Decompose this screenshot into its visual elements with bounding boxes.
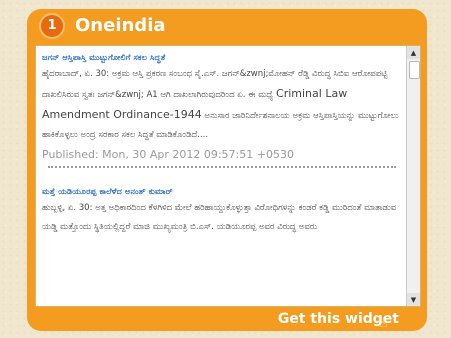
pointer-cursor-icon: ☝ (380, 316, 388, 330)
badge-number: 1 (41, 14, 63, 37)
feed-item-text: ಹುಬ್ಬಳ್ಳಿ, ಏ. 30: ಅತ್ತ ಅಧಿಕಾರದಿಂದ ಕೆಳಗಿಳ… (42, 203, 397, 232)
feed-item-text: ಹೈದರಾಬಾದ್, ಏ. 30: ಅಕ್ರಮ ಆಸ್ತಿ ಪ್ರಕರಣ ಸಂಬ… (42, 65, 402, 145)
feed-item: ಮತ್ತೆ ಯಡಿಯೂರಪ್ಪ ಕಾಲೆಳೆದ ಅನಂತ್ ಕುಮಾರ್ ಹುಬ… (42, 186, 402, 237)
feed-item: ಜಗನ್ ಆಸ್ತಿಪಾಸ್ತಿ ಮುಟ್ಟುಗೋಲಿಗೆ ಸಕಲ ಸಿದ್ಧತ… (42, 52, 402, 162)
feed-item-published: Published: Mon, 30 Apr 2012 09:57:51 +05… (42, 148, 294, 161)
oneindia-widget: 1 Oneindia ಜಗನ್ ಆಸ್ತಿಪಾಸ್ತಿ ಮುಟ್ಟುಗೋಲಿಗೆ… (27, 9, 427, 331)
widget-title[interactable]: Oneindia (75, 15, 166, 36)
scroll-down-arrow-icon[interactable]: ▼ (407, 293, 420, 306)
feed-panel: ಜಗನ್ ಆಸ್ತಿಪಾಸ್ತಿ ಮುಟ್ಟುಗೋಲಿಗೆ ಸಕಲ ಸಿದ್ಧತ… (35, 45, 421, 307)
feed-item-title[interactable]: ಮತ್ತೆ ಯಡಿಯೂರಪ್ಪ ಕಾಲೆಳೆದ ಅನಂತ್ ಕುಮಾರ್ (42, 186, 402, 198)
scrollbar-thumb[interactable] (409, 61, 420, 79)
vertical-scrollbar[interactable]: ▲ ▼ (406, 46, 420, 306)
scroll-up-arrow-icon[interactable]: ▲ (407, 46, 420, 59)
feed-separator (48, 166, 396, 168)
feed-list: ಜಗನ್ ಆಸ್ತಿಪಾಸ್ತಿ ಮುಟ್ಟುಗೋಲಿಗೆ ಸಕಲ ಸಿದ್ಧತ… (42, 50, 402, 237)
feed-item-title[interactable]: ಜಗನ್ ಆಸ್ತಿಪಾಸ್ತಿ ಮುಟ್ಟುಗೋಲಿಗೆ ಸಕಲ ಸಿದ್ಧತ… (42, 52, 402, 64)
widget-header: 1 Oneindia (27, 9, 427, 42)
